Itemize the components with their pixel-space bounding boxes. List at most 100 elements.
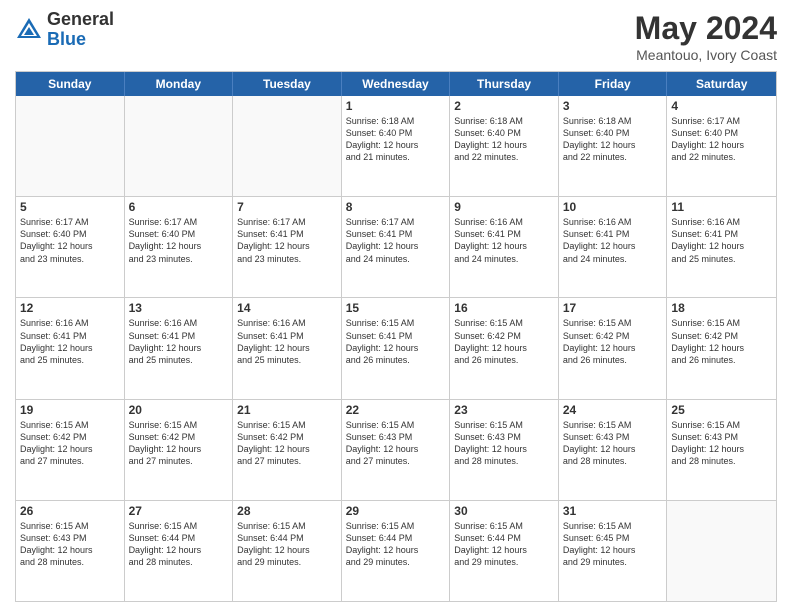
page: General Blue May 2024 Meantouo, Ivory Co…	[0, 0, 792, 612]
day-number: 9	[454, 200, 554, 214]
day-number: 7	[237, 200, 337, 214]
header-day-monday: Monday	[125, 72, 234, 96]
day-number: 6	[129, 200, 229, 214]
logo-blue-text: Blue	[47, 30, 114, 50]
calendar: SundayMondayTuesdayWednesdayThursdayFrid…	[15, 71, 777, 602]
day-number: 22	[346, 403, 446, 417]
cal-cell-4-4: 22 Sunrise: 6:15 AM Sunset: 6:43 PM Dayli…	[342, 400, 451, 500]
cal-cell-5-1: 26 Sunrise: 6:15 AM Sunset: 6:43 PM Dayli…	[16, 501, 125, 601]
cal-cell-5-3: 28Sunrise: 6:15 AM Sunset: 6:44 PM Dayli…	[233, 501, 342, 601]
day-number: 18	[671, 301, 772, 315]
cal-cell-1-5: 2Sunrise: 6:18 AM Sunset: 6:40 PM Daylig…	[450, 96, 559, 196]
calendar-header: SundayMondayTuesdayWednesdayThursdayFrid…	[16, 72, 776, 96]
day-number: 26	[20, 504, 120, 518]
day-info: Sunrise: 6:15 AM Sunset: 6:43 PM Dayligh…	[671, 419, 772, 468]
cal-cell-2-7: 11 Sunrise: 6:16 AM Sunset: 6:41 PM Dayli…	[667, 197, 776, 297]
day-number: 19	[20, 403, 120, 417]
day-info: Sunrise: 6:16 AM Sunset: 6:41 PM Dayligh…	[129, 317, 229, 366]
cal-cell-2-5: 9 Sunrise: 6:16 AM Sunset: 6:41 PM Daylig…	[450, 197, 559, 297]
title-section: May 2024 Meantouo, Ivory Coast	[635, 10, 777, 63]
day-info: Sunrise: 6:17 AM Sunset: 6:40 PM Dayligh…	[671, 115, 772, 164]
cal-cell-2-3: 7 Sunrise: 6:17 AM Sunset: 6:41 PM Daylig…	[233, 197, 342, 297]
day-info: Sunrise: 6:18 AM Sunset: 6:40 PM Dayligh…	[346, 115, 446, 164]
cal-cell-5-7	[667, 501, 776, 601]
cal-row-5: 26 Sunrise: 6:15 AM Sunset: 6:43 PM Dayli…	[16, 501, 776, 601]
day-info: Sunrise: 6:15 AM Sunset: 6:42 PM Dayligh…	[237, 419, 337, 468]
day-number: 29	[346, 504, 446, 518]
day-info: Sunrise: 6:15 AM Sunset: 6:43 PM Dayligh…	[454, 419, 554, 468]
logo-general-text: General	[47, 10, 114, 30]
cal-cell-3-2: 13 Sunrise: 6:16 AM Sunset: 6:41 PM Dayli…	[125, 298, 234, 398]
day-number: 21	[237, 403, 337, 417]
day-info: Sunrise: 6:15 AM Sunset: 6:42 PM Dayligh…	[129, 419, 229, 468]
day-info: Sunrise: 6:15 AM Sunset: 6:45 PM Dayligh…	[563, 520, 663, 569]
cal-cell-5-4: 29Sunrise: 6:15 AM Sunset: 6:44 PM Dayli…	[342, 501, 451, 601]
day-number: 27	[129, 504, 229, 518]
day-number: 10	[563, 200, 663, 214]
header: General Blue May 2024 Meantouo, Ivory Co…	[15, 10, 777, 63]
day-number: 15	[346, 301, 446, 315]
day-info: Sunrise: 6:16 AM Sunset: 6:41 PM Dayligh…	[20, 317, 120, 366]
header-day-wednesday: Wednesday	[342, 72, 451, 96]
header-day-friday: Friday	[559, 72, 668, 96]
day-number: 2	[454, 99, 554, 113]
day-number: 31	[563, 504, 663, 518]
day-info: Sunrise: 6:17 AM Sunset: 6:41 PM Dayligh…	[346, 216, 446, 265]
day-info: Sunrise: 6:15 AM Sunset: 6:42 PM Dayligh…	[20, 419, 120, 468]
header-day-tuesday: Tuesday	[233, 72, 342, 96]
day-number: 30	[454, 504, 554, 518]
logo-text: General Blue	[47, 10, 114, 50]
day-number: 28	[237, 504, 337, 518]
day-info: Sunrise: 6:17 AM Sunset: 6:40 PM Dayligh…	[20, 216, 120, 265]
day-number: 3	[563, 99, 663, 113]
day-number: 16	[454, 301, 554, 315]
day-info: Sunrise: 6:15 AM Sunset: 6:44 PM Dayligh…	[129, 520, 229, 569]
day-info: Sunrise: 6:15 AM Sunset: 6:41 PM Dayligh…	[346, 317, 446, 366]
cal-cell-4-7: 25 Sunrise: 6:15 AM Sunset: 6:43 PM Dayli…	[667, 400, 776, 500]
cal-cell-2-2: 6Sunrise: 6:17 AM Sunset: 6:40 PM Daylig…	[125, 197, 234, 297]
cal-cell-4-1: 19 Sunrise: 6:15 AM Sunset: 6:42 PM Dayli…	[16, 400, 125, 500]
cal-cell-3-3: 14 Sunrise: 6:16 AM Sunset: 6:41 PM Dayli…	[233, 298, 342, 398]
day-number: 17	[563, 301, 663, 315]
month-title: May 2024	[635, 10, 777, 47]
cal-cell-1-7: 4 Sunrise: 6:17 AM Sunset: 6:40 PM Daylig…	[667, 96, 776, 196]
cal-cell-5-6: 31 Sunrise: 6:15 AM Sunset: 6:45 PM Dayli…	[559, 501, 668, 601]
day-info: Sunrise: 6:17 AM Sunset: 6:41 PM Dayligh…	[237, 216, 337, 265]
day-number: 11	[671, 200, 772, 214]
day-number: 1	[346, 99, 446, 113]
location: Meantouo, Ivory Coast	[635, 47, 777, 63]
day-info: Sunrise: 6:15 AM Sunset: 6:43 PM Dayligh…	[346, 419, 446, 468]
header-day-saturday: Saturday	[667, 72, 776, 96]
header-day-thursday: Thursday	[450, 72, 559, 96]
day-info: Sunrise: 6:15 AM Sunset: 6:42 PM Dayligh…	[454, 317, 554, 366]
cal-cell-3-5: 16 Sunrise: 6:15 AM Sunset: 6:42 PM Dayli…	[450, 298, 559, 398]
day-info: Sunrise: 6:15 AM Sunset: 6:43 PM Dayligh…	[20, 520, 120, 569]
cal-cell-1-3	[233, 96, 342, 196]
cal-cell-3-7: 18 Sunrise: 6:15 AM Sunset: 6:42 PM Dayli…	[667, 298, 776, 398]
day-number: 14	[237, 301, 337, 315]
cal-cell-4-6: 24 Sunrise: 6:15 AM Sunset: 6:43 PM Dayli…	[559, 400, 668, 500]
day-info: Sunrise: 6:15 AM Sunset: 6:42 PM Dayligh…	[563, 317, 663, 366]
calendar-body: 1 Sunrise: 6:18 AM Sunset: 6:40 PM Daylig…	[16, 96, 776, 601]
day-info: Sunrise: 6:16 AM Sunset: 6:41 PM Dayligh…	[237, 317, 337, 366]
day-info: Sunrise: 6:16 AM Sunset: 6:41 PM Dayligh…	[454, 216, 554, 265]
day-info: Sunrise: 6:15 AM Sunset: 6:42 PM Dayligh…	[671, 317, 772, 366]
cal-cell-1-6: 3Sunrise: 6:18 AM Sunset: 6:40 PM Daylig…	[559, 96, 668, 196]
cal-cell-3-4: 15 Sunrise: 6:15 AM Sunset: 6:41 PM Dayli…	[342, 298, 451, 398]
cal-cell-4-5: 23Sunrise: 6:15 AM Sunset: 6:43 PM Dayli…	[450, 400, 559, 500]
cal-row-2: 5Sunrise: 6:17 AM Sunset: 6:40 PM Daylig…	[16, 197, 776, 298]
day-number: 24	[563, 403, 663, 417]
header-day-sunday: Sunday	[16, 72, 125, 96]
cal-cell-2-1: 5Sunrise: 6:17 AM Sunset: 6:40 PM Daylig…	[16, 197, 125, 297]
day-number: 13	[129, 301, 229, 315]
cal-row-4: 19 Sunrise: 6:15 AM Sunset: 6:42 PM Dayli…	[16, 400, 776, 501]
cal-cell-1-4: 1 Sunrise: 6:18 AM Sunset: 6:40 PM Daylig…	[342, 96, 451, 196]
day-number: 25	[671, 403, 772, 417]
day-info: Sunrise: 6:15 AM Sunset: 6:43 PM Dayligh…	[563, 419, 663, 468]
day-number: 12	[20, 301, 120, 315]
day-info: Sunrise: 6:16 AM Sunset: 6:41 PM Dayligh…	[671, 216, 772, 265]
cal-row-3: 12 Sunrise: 6:16 AM Sunset: 6:41 PM Dayli…	[16, 298, 776, 399]
day-number: 4	[671, 99, 772, 113]
cal-cell-3-1: 12 Sunrise: 6:16 AM Sunset: 6:41 PM Dayli…	[16, 298, 125, 398]
cal-cell-4-2: 20Sunrise: 6:15 AM Sunset: 6:42 PM Dayli…	[125, 400, 234, 500]
